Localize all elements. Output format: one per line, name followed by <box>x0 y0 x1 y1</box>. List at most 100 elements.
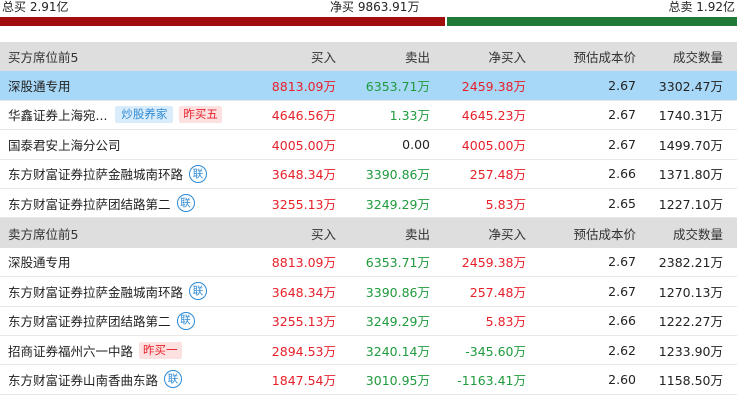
sell-seats-table: 卖方席位前5 买入 卖出 净买入 预估成本价 成交数量 深股通专用 8813.0… <box>0 218 737 395</box>
table-row[interactable]: 华鑫证券上海宛... 炒股养家 昨买五 4646.56万 1.33万 4645.… <box>0 101 737 131</box>
history-tag: 昨买一 <box>139 341 182 359</box>
table-row[interactable]: 深股通专用 8813.09万 6353.71万 2459.38万 2.67 23… <box>0 248 737 278</box>
sell-value: 6353.71万 <box>365 79 430 95</box>
sell-value: 3249.29万 <box>365 196 430 212</box>
header-sell: 卖出 <box>404 226 430 242</box>
buy-bar <box>0 17 445 26</box>
buy-value: 1847.54万 <box>271 372 336 388</box>
header-cost: 预估成本价 <box>573 226 636 242</box>
cost-value: 2.66 <box>608 166 636 182</box>
sell-value: 0.00 <box>402 136 430 152</box>
net-value: 5.83万 <box>485 196 526 212</box>
buy-seats-table: 买方席位前5 买入 卖出 净买入 预估成本价 成交数量 深股通专用 8813.0… <box>0 42 737 219</box>
seat-name[interactable]: 华鑫证券上海宛... <box>8 105 107 124</box>
linked-seat-icon[interactable]: 联 <box>176 194 195 213</box>
net-value: 4645.23万 <box>461 108 526 124</box>
sell-value: 3390.86万 <box>365 284 430 300</box>
seat-name[interactable]: 东方财富证券拉萨金融城南环路 <box>8 282 183 301</box>
header-name: 卖方席位前5 <box>8 226 79 242</box>
table-row[interactable]: 东方财富证券山南香曲东路 联 1847.54万 3010.95万 -1163.4… <box>0 365 737 395</box>
header-volume: 成交数量 <box>672 50 723 66</box>
volume-value: 1227.10万 <box>658 196 723 212</box>
seat-name[interactable]: 东方财富证券拉萨金融城南环路 <box>8 164 183 183</box>
buy-value: 3255.13万 <box>271 196 336 212</box>
buy-value: 8813.09万 <box>271 79 336 95</box>
sell-bar <box>447 17 737 26</box>
sell-value: 1.33万 <box>389 108 430 124</box>
volume-value: 3302.47万 <box>658 79 723 95</box>
sell-table-header: 卖方席位前5 买入 卖出 净买入 预估成本价 成交数量 <box>0 218 737 248</box>
cost-value: 2.67 <box>608 136 636 152</box>
sell-value: 6353.71万 <box>365 255 430 271</box>
table-row[interactable]: 招商证券福州六一中路 昨买一 2894.53万 3240.14万 -345.60… <box>0 336 737 366</box>
buy-value: 3648.34万 <box>271 167 336 183</box>
buy-value: 2894.53万 <box>271 343 336 359</box>
summary-bar: 总买 2.91亿 净买 9863.91万 总卖 1.92亿 <box>0 0 737 16</box>
seat-name[interactable]: 招商证券福州六一中路 <box>8 341 133 360</box>
buy-value: 4646.56万 <box>271 108 336 124</box>
sell-value: 3240.14万 <box>365 343 430 359</box>
net-value: 2459.38万 <box>461 255 526 271</box>
cost-value: 2.67 <box>608 283 636 299</box>
buy-sell-ratio-bar <box>0 17 737 26</box>
volume-value: 2382.21万 <box>658 255 723 271</box>
table-row[interactable]: 深股通专用 8813.09万 6353.71万 2459.38万 2.67 33… <box>0 71 737 101</box>
cost-value: 2.67 <box>608 107 636 123</box>
table-row[interactable]: 东方财富证券拉萨团结路第二 联 3255.13万 3249.29万 5.83万 … <box>0 307 737 336</box>
volume-value: 1222.27万 <box>658 314 723 330</box>
cost-value: 2.67 <box>608 78 636 94</box>
history-tag: 昨买五 <box>179 106 222 124</box>
total-buy-label: 总买 2.91亿 <box>2 0 69 14</box>
sell-value: 3390.86万 <box>365 167 430 183</box>
volume-value: 1371.80万 <box>658 167 723 183</box>
buy-value: 4005.00万 <box>271 137 336 153</box>
buy-value: 3648.34万 <box>271 284 336 300</box>
volume-value: 1233.90万 <box>658 343 723 359</box>
linked-seat-icon[interactable]: 联 <box>189 164 208 183</box>
buy-value: 3255.13万 <box>271 314 336 330</box>
sell-value: 3249.29万 <box>365 314 430 330</box>
net-value: 257.48万 <box>469 284 526 300</box>
volume-value: 1270.13万 <box>658 284 723 300</box>
linked-seat-icon[interactable]: 联 <box>164 370 183 389</box>
table-row[interactable]: 东方财富证券拉萨团结路第二 联 3255.13万 3249.29万 5.83万 … <box>0 189 737 219</box>
header-volume: 成交数量 <box>672 226 723 242</box>
trader-tag[interactable]: 炒股养家 <box>115 106 174 124</box>
net-buy-label: 净买 9863.91万 <box>330 0 420 14</box>
volume-value: 1499.70万 <box>658 137 723 153</box>
header-buy: 买入 <box>310 226 336 242</box>
buy-value: 8813.09万 <box>271 255 336 271</box>
sell-value: 3010.95万 <box>365 372 430 388</box>
table-row[interactable]: 东方财富证券拉萨金融城南环路 联 3648.34万 3390.86万 257.4… <box>0 277 737 307</box>
table-row[interactable]: 东方财富证券拉萨金融城南环路 联 3648.34万 3390.86万 257.4… <box>0 160 737 189</box>
linked-seat-icon[interactable]: 联 <box>176 311 195 330</box>
cost-value: 2.66 <box>608 313 636 329</box>
net-value: 4005.00万 <box>461 137 526 153</box>
cost-value: 2.60 <box>608 371 636 387</box>
seat-name[interactable]: 深股通专用 <box>8 76 71 95</box>
volume-value: 1158.50万 <box>658 372 723 388</box>
linked-seat-icon[interactable]: 联 <box>189 282 208 301</box>
volume-value: 1740.31万 <box>658 108 723 124</box>
buy-table-header: 买方席位前5 买入 卖出 净买入 预估成本价 成交数量 <box>0 42 737 72</box>
header-net: 净买入 <box>488 50 526 66</box>
seat-name[interactable]: 国泰君安上海分公司 <box>8 135 121 154</box>
seat-name[interactable]: 东方财富证券拉萨团结路第二 <box>8 311 171 330</box>
net-value: 5.83万 <box>485 314 526 330</box>
cost-value: 2.65 <box>608 195 636 211</box>
net-value: 257.48万 <box>469 167 526 183</box>
net-value: -345.60万 <box>465 343 526 359</box>
header-cost: 预估成本价 <box>573 50 636 66</box>
net-value: -1163.41万 <box>457 372 526 388</box>
seat-name[interactable]: 东方财富证券山南香曲东路 <box>8 370 158 389</box>
cost-value: 2.67 <box>608 254 636 270</box>
net-value: 2459.38万 <box>461 79 526 95</box>
header-buy: 买入 <box>310 50 336 66</box>
header-net: 净买入 <box>488 226 526 242</box>
seat-name[interactable]: 深股通专用 <box>8 252 71 271</box>
table-row[interactable]: 国泰君安上海分公司 4005.00万 0.00 4005.00万 2.67 14… <box>0 130 737 160</box>
cost-value: 2.62 <box>608 342 636 358</box>
total-sell-label: 总卖 1.92亿 <box>668 0 735 14</box>
seat-name[interactable]: 东方财富证券拉萨团结路第二 <box>8 194 171 213</box>
header-sell: 卖出 <box>404 50 430 66</box>
